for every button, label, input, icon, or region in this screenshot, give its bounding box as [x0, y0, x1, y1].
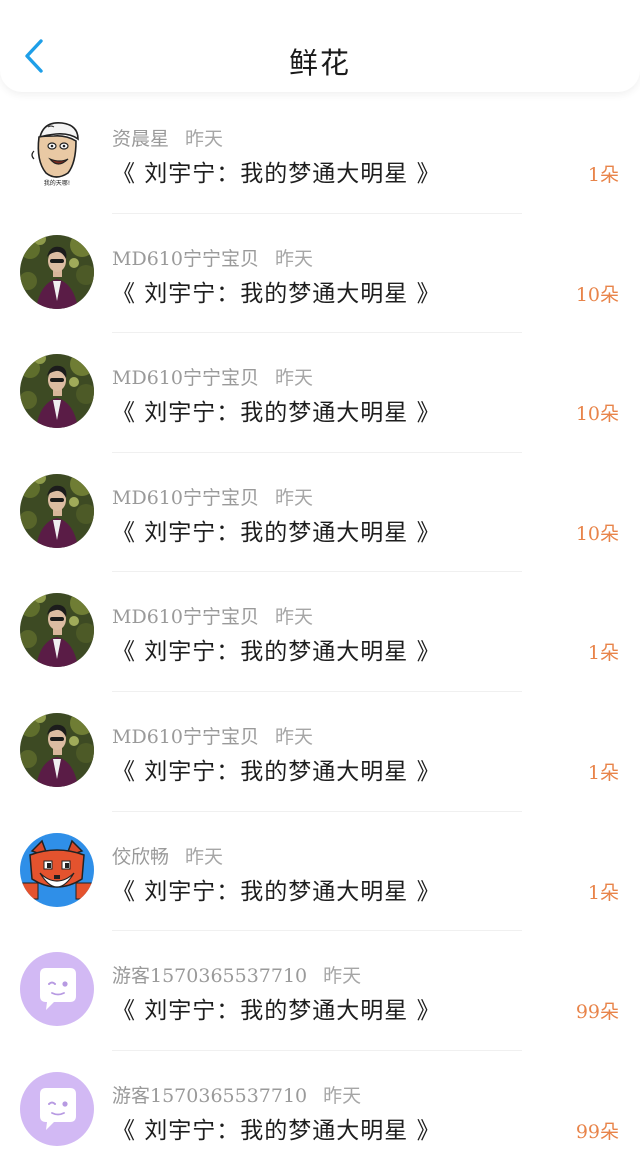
record-meta: MD610宁宁宝贝 昨天 [112, 483, 313, 510]
record-time: 昨天 [274, 725, 313, 748]
record-meta: MD610宁宁宝贝 昨天 [112, 363, 313, 390]
user-name[interactable]: MD610宁宁宝贝 [112, 248, 259, 270]
flower-count: 10朵 [575, 403, 619, 426]
photo-man-suit-avatar[interactable] [20, 354, 94, 429]
flower-record-row[interactable]: MD610宁宁宝贝 昨天《 刘宇宁：我的梦通大明星 》 1朵 [0, 692, 640, 812]
photo-man-suit-avatar[interactable] [20, 473, 94, 548]
book-title[interactable]: 《 刘宇宁：我的梦通大明星 》 [112, 513, 441, 547]
photo-man-suit-avatar[interactable] [20, 593, 94, 668]
flower-record-row[interactable]: MD610宁宁宝贝 昨天《 刘宇宁：我的梦通大明星 》 10朵 [0, 214, 640, 334]
book-title[interactable]: 《 刘宇宁：我的梦通大明星 》 [112, 752, 441, 786]
book-title[interactable]: 《 刘宇宁：我的梦通大明星 》 [112, 393, 441, 427]
svg-text:我的天哪!: 我的天哪! [44, 179, 70, 187]
photo-man-suit-avatar[interactable] [20, 234, 94, 309]
book-title[interactable]: 《 刘宇宁：我的梦通大明星 》 [112, 274, 441, 308]
user-name[interactable]: 游客1570365537710 [112, 965, 307, 987]
flower-count: 1朵 [587, 761, 619, 784]
record-meta: MD610宁宁宝贝 昨天 [112, 602, 313, 629]
user-name[interactable]: MD610宁宁宝贝 [112, 726, 259, 748]
cartoon-man-avatar[interactable]: 我的天哪! [20, 115, 94, 189]
record-time: 昨天 [185, 128, 224, 150]
flower-record-list: 我的天哪! 资晨星 昨天《 刘宇宁：我的梦通大明星 》 1朵 MD610宁宁宝贝 昨天… [0, 94, 640, 1168]
record-meta: MD610宁宁宝贝 昨天 [112, 722, 313, 749]
book-title[interactable]: 《 刘宇宁：我的梦通大明星 》 [112, 632, 441, 666]
flower-record-row[interactable]: 游客1570365537710 昨天《 刘宇宁：我的梦通大明星 》 99朵 [0, 931, 640, 1051]
book-title[interactable]: 《 刘宇宁：我的梦通大明星 》 [112, 991, 441, 1025]
user-name[interactable]: MD610宁宁宝贝 [112, 487, 259, 509]
guest-chat-bubble-avatar[interactable] [20, 1071, 94, 1146]
user-name[interactable]: MD610宁宁宝贝 [112, 606, 259, 628]
photo-man-suit-avatar[interactable] [20, 712, 94, 787]
flower-record-row[interactable]: MD610宁宁宝贝 昨天《 刘宇宁：我的梦通大明星 》 10朵 [0, 453, 640, 573]
flower-record-row[interactable]: MD610宁宁宝贝 昨天《 刘宇宁：我的梦通大明星 》 10朵 [0, 333, 640, 453]
user-name[interactable]: 佼欣畅 [112, 846, 169, 868]
flower-record-row[interactable]: 佼欣畅 昨天《 刘宇宁：我的梦通大明星 》 1朵 [0, 812, 640, 932]
flower-count: 10朵 [575, 283, 619, 306]
record-time: 昨天 [323, 1084, 362, 1107]
book-title[interactable]: 《 刘宇宁：我的梦通大明星 》 [112, 154, 441, 188]
record-meta: 游客1570365537710 昨天 [112, 961, 361, 988]
record-time: 昨天 [185, 845, 224, 868]
flower-count: 1朵 [587, 642, 619, 665]
user-name[interactable]: 游客1570365537710 [112, 1085, 307, 1107]
record-time: 昨天 [274, 367, 313, 390]
record-time: 昨天 [274, 606, 313, 629]
user-name[interactable]: 资晨星 [112, 128, 169, 150]
flower-count: 10朵 [575, 522, 619, 545]
flowers-page: 鲜花 我的天哪! 资晨星 昨天《 刘宇宁：我的梦通大明星 》 1朵 MD610宁宁宝… [0, 0, 640, 1168]
top-bar: 鲜花 [0, 0, 640, 92]
flower-count: 99朵 [575, 1001, 619, 1024]
user-name[interactable]: MD610宁宁宝贝 [112, 367, 259, 389]
flower-count: 99朵 [575, 1120, 619, 1143]
guest-chat-bubble-avatar[interactable] [20, 952, 94, 1027]
record-time: 昨天 [274, 486, 313, 509]
record-time: 昨天 [323, 965, 362, 988]
flower-record-row[interactable]: MD610宁宁宝贝 昨天《 刘宇宁：我的梦通大明星 》 1朵 [0, 572, 640, 692]
record-time: 昨天 [274, 247, 313, 270]
book-title[interactable]: 《 刘宇宁：我的梦通大明星 》 [112, 872, 441, 906]
book-title[interactable]: 《 刘宇宁：我的梦通大明星 》 [112, 1111, 441, 1145]
record-meta: 游客1570365537710 昨天 [112, 1081, 361, 1108]
record-meta: 佼欣畅 昨天 [112, 842, 223, 869]
flower-record-row[interactable]: 游客1570365537710 昨天《 刘宇宁：我的梦通大明星 》 99朵 [0, 1051, 640, 1168]
flower-record-row[interactable]: 我的天哪! 资晨星 昨天《 刘宇宁：我的梦通大明星 》 1朵 [0, 94, 640, 214]
record-meta: MD610宁宁宝贝 昨天 [112, 244, 313, 271]
page-title: 鲜花 [288, 46, 351, 80]
pixel-fox-avatar[interactable] [20, 832, 94, 907]
flower-count: 1朵 [587, 881, 619, 904]
flower-count: 1朵 [587, 164, 619, 186]
record-meta: 资晨星 昨天 [112, 124, 223, 151]
